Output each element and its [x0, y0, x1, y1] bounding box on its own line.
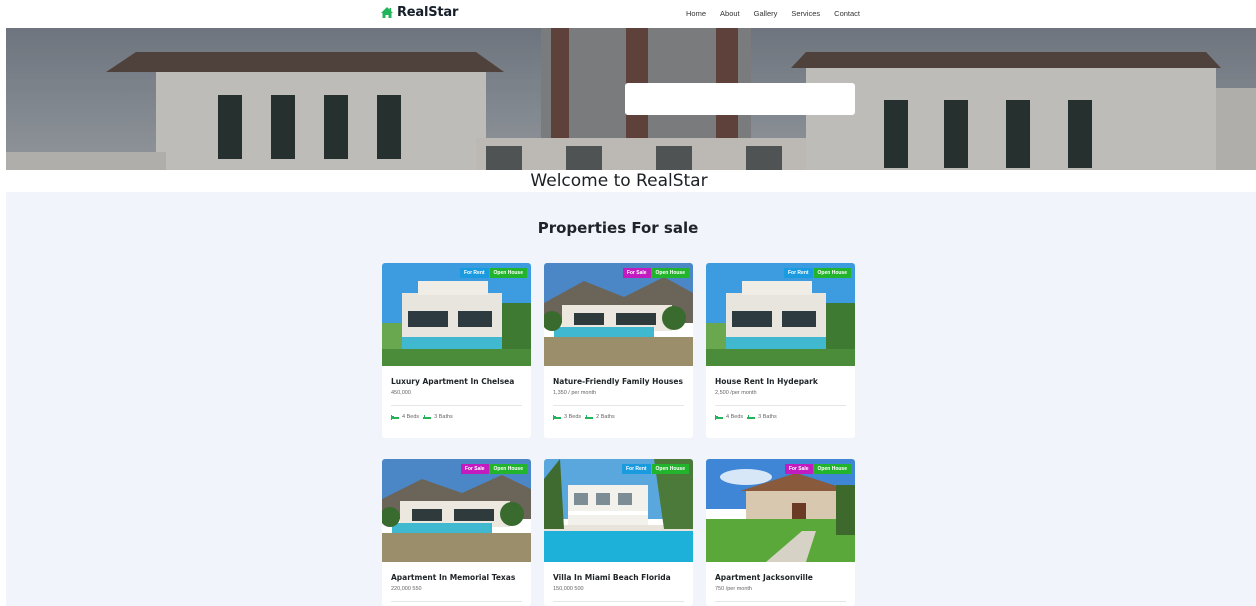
property-price: 1,350 / per month [553, 390, 597, 396]
property-image: For Rent Open House [544, 459, 693, 562]
property-title[interactable]: Villa In Miami Beach Florida [553, 573, 693, 582]
open-house-badge: Open House [813, 268, 851, 278]
badge-group: For Sale Open House [460, 464, 527, 474]
section-title: Properties For sale [537, 219, 699, 237]
bath-icon [423, 414, 432, 419]
properties-section: Properties For sale For Rent Open House … [6, 192, 1256, 606]
brand-name: RealStar [397, 5, 459, 20]
badge-group: For Rent Open House [621, 464, 689, 474]
search-input[interactable] [625, 83, 855, 115]
bath-icon [747, 414, 756, 419]
property-card[interactable]: For Rent Open House House Rent In Hydepa… [706, 263, 855, 438]
welcome-heading: Welcome to RealStar [530, 171, 708, 191]
status-badge: For Rent [621, 464, 651, 474]
open-house-badge: Open House [489, 464, 527, 474]
property-price: 150,000 500 [553, 586, 584, 592]
property-image: For Sale Open House [382, 459, 531, 562]
baths-count: 2 Baths [596, 414, 615, 420]
property-price: 2,500 /per month [715, 390, 757, 396]
navbar: RealStar Home About Gallery Services Con… [0, 0, 1256, 28]
open-house-badge: Open House [651, 464, 689, 474]
property-title[interactable]: House Rent In Hydepark [715, 377, 855, 386]
property-image: For Rent Open House [382, 263, 531, 366]
brand-logo[interactable]: RealStar [380, 5, 458, 20]
property-title[interactable]: Apartment In Memorial Texas [391, 573, 531, 582]
property-card[interactable]: For Rent Open House Luxury Apartment In … [382, 263, 531, 438]
property-title[interactable]: Luxury Apartment In Chelsea [391, 377, 531, 386]
divider [715, 405, 846, 406]
property-price: 750 /per month [715, 586, 752, 592]
divider [715, 601, 846, 602]
divider [553, 405, 684, 406]
property-title[interactable]: Apartment Jacksonville [715, 573, 855, 582]
property-card[interactable]: For Rent Open House Villa In Miami Beach… [544, 459, 693, 606]
badge-group: For Rent Open House [783, 268, 851, 278]
nav-about[interactable]: About [720, 9, 740, 18]
property-card[interactable]: For Sale Open House Nature-Friendly Fami… [544, 263, 693, 438]
badge-group: For Rent Open House [459, 268, 527, 278]
badge-group: For Sale Open House [622, 268, 689, 278]
open-house-badge: Open House [489, 268, 527, 278]
nav-contact[interactable]: Contact [834, 9, 860, 18]
hero-banner [6, 28, 1256, 170]
open-house-badge: Open House [813, 464, 851, 474]
property-image: For Sale Open House [706, 459, 855, 562]
property-meta: 4 Beds 3 Baths [715, 414, 855, 420]
divider [391, 405, 522, 406]
divider [391, 601, 522, 602]
status-badge: For Rent [459, 268, 489, 278]
divider [553, 601, 684, 602]
status-badge: For Rent [783, 268, 813, 278]
badge-group: For Sale Open House [784, 464, 851, 474]
property-card[interactable]: For Sale Open House Apartment Jacksonvil… [706, 459, 855, 606]
bath-icon [585, 414, 594, 419]
bed-icon [553, 414, 561, 420]
baths-count: 3 Baths [434, 414, 453, 420]
property-image: For Sale Open House [544, 263, 693, 366]
bed-icon [391, 414, 399, 420]
property-card[interactable]: For Sale Open House Apartment In Memoria… [382, 459, 531, 606]
nav-home[interactable]: Home [686, 9, 706, 18]
property-price: 450,000 [391, 390, 411, 396]
property-title[interactable]: Nature-Friendly Family Houses [553, 377, 693, 386]
beds-count: 3 Beds [564, 414, 582, 420]
property-price: 220,000 550 [391, 586, 422, 592]
status-badge: For Sale [460, 464, 489, 474]
house-icon [381, 6, 393, 18]
nav-gallery[interactable]: Gallery [754, 9, 778, 18]
baths-count: 3 Baths [758, 414, 777, 420]
status-badge: For Sale [784, 464, 813, 474]
status-badge: For Sale [622, 268, 651, 278]
beds-count: 4 Beds [726, 414, 744, 420]
property-meta: 4 Beds 3 Baths [391, 414, 531, 420]
bed-icon [715, 414, 723, 420]
property-meta: 3 Beds 2 Baths [553, 414, 693, 420]
property-image: For Rent Open House [706, 263, 855, 366]
main-nav: Home About Gallery Services Contact [686, 9, 860, 18]
nav-services[interactable]: Services [791, 9, 820, 18]
open-house-badge: Open House [651, 268, 689, 278]
beds-count: 4 Beds [402, 414, 420, 420]
